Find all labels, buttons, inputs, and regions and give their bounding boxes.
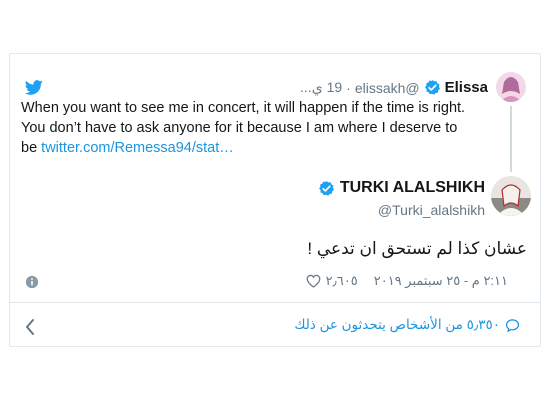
author-avatar[interactable]: [491, 176, 531, 216]
heart-icon[interactable]: [306, 274, 321, 288]
verified-badge-icon: [424, 80, 440, 95]
embedded-tweet-card: Elissa @elissakh · 19 ي... When you want…: [9, 53, 541, 347]
people-talking-link[interactable]: ٥٫٣٥٠ من الأشخاص يتحدثون عن ذلك: [294, 317, 520, 333]
speech-bubble-icon: [505, 318, 520, 332]
quoted-tweet[interactable]: Elissa @elissakh · 19 ي... When you want…: [10, 54, 540, 172]
tweet-author[interactable]: TURKI ALALSHIKH @Turki_alalshikh: [318, 179, 485, 218]
card-divider: [10, 302, 540, 303]
quoted-author-handle[interactable]: @elissakh: [355, 80, 420, 96]
tweet-meta: ٢:١١ م - ٢٥ سبتمبر ٢٠١٩ ٢٫٦٠٥: [306, 273, 508, 289]
quoted-tweet-text: When you want to see me in concert, it w…: [21, 98, 471, 158]
quoted-tweet-time[interactable]: 19 ي...: [300, 79, 342, 96]
thread-connector-line: [510, 106, 512, 172]
author-name[interactable]: TURKI ALALSHIKH: [340, 179, 485, 197]
info-icon[interactable]: [25, 275, 39, 289]
separator-dot: ·: [346, 79, 351, 96]
tweet-timestamp[interactable]: ٢:١١ م - ٢٥ سبتمبر ٢٠١٩: [374, 273, 508, 289]
author-handle[interactable]: @Turki_alalshikh: [318, 202, 485, 218]
quoted-tweet-link[interactable]: twitter.com/Remessa94/stat…: [41, 140, 234, 156]
verified-badge-icon: [318, 180, 334, 196]
like-action[interactable]: ٢٫٦٠٥: [306, 273, 358, 289]
quoted-tweet-header: Elissa @elissakh · 19 ي...: [300, 79, 488, 96]
people-talking-text: ٥٫٣٥٠ من الأشخاص يتحدثون عن ذلك: [294, 317, 500, 332]
quoted-author-avatar[interactable]: [496, 72, 526, 102]
twitter-bird-icon[interactable]: [25, 80, 43, 95]
quoted-author-name[interactable]: Elissa: [445, 79, 488, 96]
chevron-left-icon[interactable]: [24, 318, 36, 336]
tweet-text: عشان كذا لم تستحق ان تدعي !: [307, 239, 527, 258]
like-count: ٢٫٦٠٥: [325, 273, 358, 288]
